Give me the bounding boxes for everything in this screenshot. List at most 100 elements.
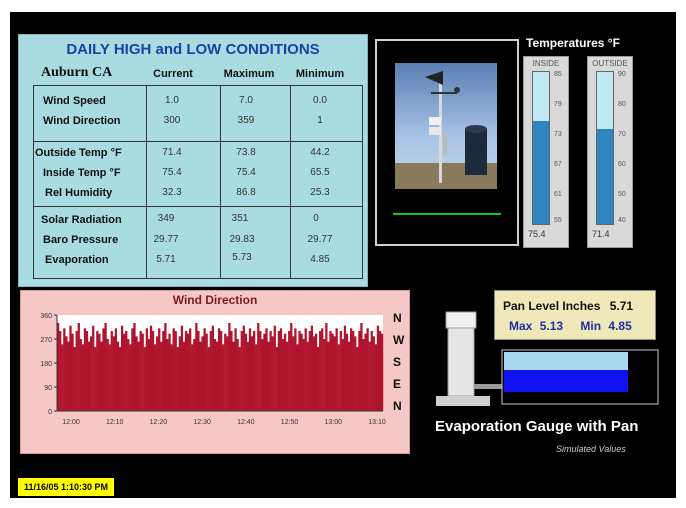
wind-bar — [213, 339, 217, 411]
wind-bar — [331, 333, 334, 411]
baro-pressure-current: 29.77 — [153, 234, 179, 245]
wind-bar — [114, 328, 118, 411]
wind-bar — [222, 344, 225, 411]
wind-bar — [263, 333, 266, 411]
outside-tick: 80 — [618, 101, 626, 108]
wind-bar — [170, 344, 173, 411]
wind-bar — [102, 328, 105, 411]
wind-bar — [106, 339, 109, 411]
wind-bar — [306, 341, 309, 411]
wind-bar — [193, 339, 196, 411]
wind-bar — [310, 325, 314, 411]
wind-bar — [277, 331, 281, 411]
wind-bar — [217, 328, 221, 411]
inside-tick: 61 — [554, 191, 562, 198]
inside-temp-minimum: 65.5 — [310, 167, 330, 178]
location-label: Auburn CA — [41, 65, 113, 80]
wind-bar — [333, 336, 336, 411]
wind-bar — [94, 347, 97, 411]
pan-water-level — [504, 370, 628, 392]
wind-bar — [321, 328, 324, 411]
wind-bar — [298, 331, 301, 411]
wind-bar — [308, 331, 311, 411]
row-label-wind-speed: Wind Speed — [43, 95, 106, 107]
wind-bar — [112, 336, 115, 411]
inside-tick: 79 — [554, 101, 562, 108]
wind-bar — [69, 325, 72, 411]
inside-temp-reading: 75.4 — [528, 229, 546, 239]
wind-bar — [372, 336, 375, 411]
wind-bar — [366, 328, 369, 411]
wind-bar — [92, 325, 95, 411]
wind-bar — [312, 336, 316, 411]
wind-bar — [343, 325, 347, 411]
wind-bar — [265, 328, 268, 411]
wind-bar — [87, 341, 91, 411]
wind-bar — [347, 341, 351, 411]
wind-bar — [300, 333, 303, 411]
wind-bar — [67, 341, 70, 411]
wind-bar — [164, 323, 167, 411]
wind-bar — [240, 331, 243, 411]
wind-bar — [292, 336, 295, 411]
wind-bar — [79, 339, 82, 411]
wind-bar — [273, 325, 276, 411]
wind-bar — [279, 328, 283, 411]
wind-speed-minimum: 0.0 — [313, 95, 327, 106]
wind-bar — [98, 333, 101, 411]
photo-divider-line — [393, 213, 501, 215]
wind-bar — [325, 323, 328, 411]
wind-bar — [59, 331, 62, 411]
wind-bar — [238, 347, 241, 411]
wind-bar — [176, 347, 179, 411]
wind-bar — [339, 331, 342, 411]
wind-bar — [191, 344, 194, 411]
wind-bar — [364, 333, 367, 411]
wind-bar — [186, 333, 190, 411]
wind-direction-chart: 360 270 180 90 0 12:00 12:10 12:20 12:30 12:40 12:… — [40, 313, 386, 426]
wind-bar — [61, 344, 64, 411]
inside-tick: 67 — [554, 161, 562, 168]
wind-bar — [147, 339, 151, 411]
y-tick-label: 270 — [40, 337, 52, 344]
outside-thermometer-fill — [597, 128, 613, 224]
wind-bar — [255, 344, 258, 411]
wind-bar — [281, 339, 285, 411]
wind-bar — [228, 323, 231, 411]
wind-bar — [65, 336, 68, 411]
wind-bar — [207, 347, 210, 411]
wind-bar — [380, 333, 384, 411]
inside-thermometer-tube — [532, 71, 550, 225]
wind-bar — [96, 331, 99, 411]
x-tick-label: 12:50 — [281, 419, 299, 426]
wind-bar — [257, 323, 260, 411]
row-label-outside-temp: Outside Temp °F — [35, 147, 122, 159]
temperatures-title: Temperatures °F — [526, 36, 620, 50]
row-label-wind-direction: Wind Direction — [43, 115, 121, 127]
inside-temp-maximum: 75.4 — [236, 167, 256, 178]
wind-bar — [90, 336, 93, 411]
outside-tick: 50 — [618, 191, 626, 198]
wind-bar — [352, 331, 355, 411]
wind-bar — [220, 331, 223, 411]
wind-bar — [283, 333, 287, 411]
evaporation-gauge-title: Evaporation Gauge with Pan — [435, 418, 639, 435]
outside-thermometer-label: OUTSIDE — [592, 59, 628, 68]
wind-bar — [143, 347, 146, 411]
wind-bar — [81, 344, 85, 411]
wind-bar — [197, 331, 200, 411]
wind-bar — [349, 328, 353, 411]
rel-humidity-current: 32.3 — [162, 187, 182, 198]
wind-bar — [145, 328, 148, 411]
wind-bar — [316, 347, 320, 411]
baro-pressure-maximum: 29.83 — [229, 234, 255, 245]
inside-tick: 55 — [554, 217, 562, 224]
wind-bar — [75, 331, 78, 411]
row-label-rel-humidity: Rel Humidity — [45, 187, 113, 199]
wind-bar — [178, 336, 181, 411]
evaporation-maximum: 5.73 — [232, 252, 252, 263]
x-tick-label: 12:20 — [150, 419, 168, 426]
wind-bar — [304, 328, 307, 411]
direction-label-w: W — [393, 333, 405, 347]
wind-bar — [236, 339, 239, 411]
